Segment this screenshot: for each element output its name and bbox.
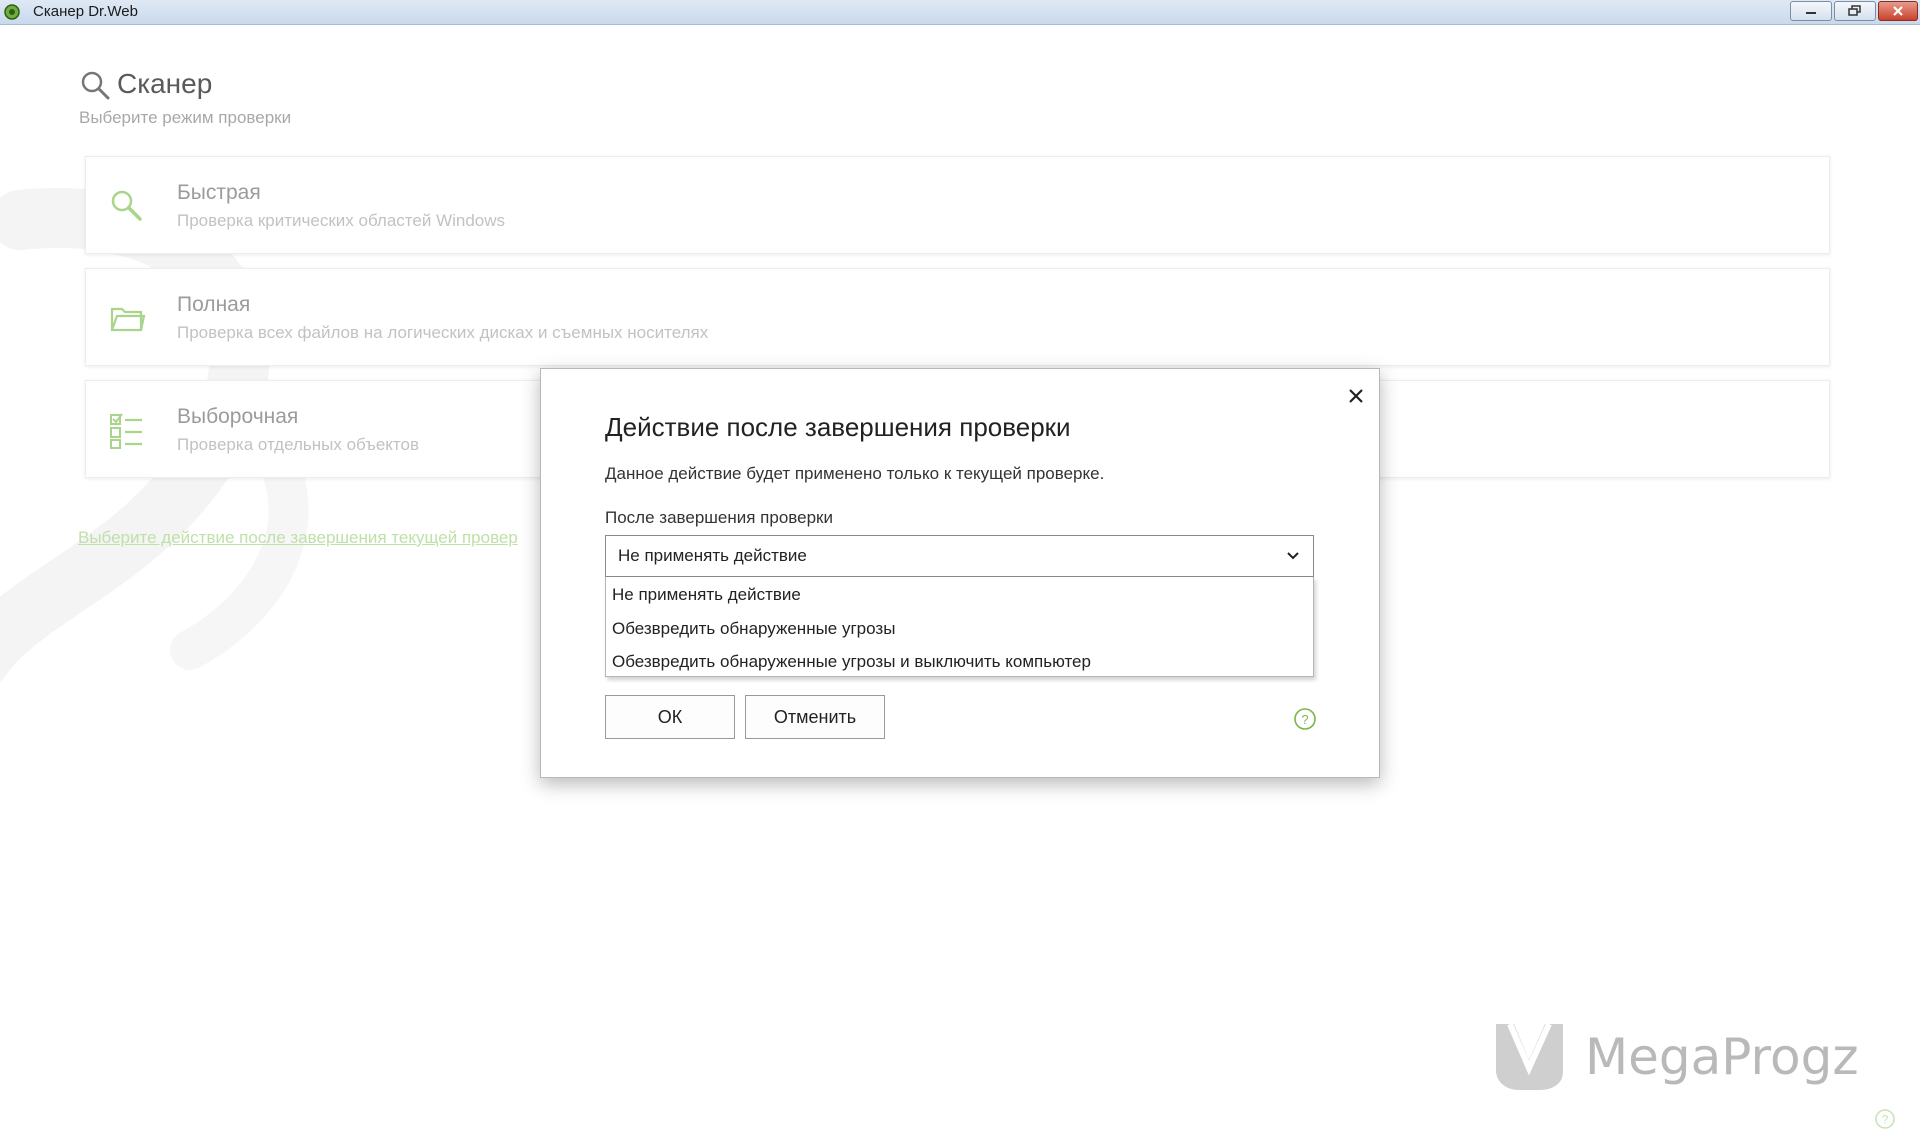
mode-card-full[interactable]: Полная Проверка всех файлов на логически… <box>85 268 1830 366</box>
chevron-down-icon <box>1287 552 1299 560</box>
help-icon[interactable]: ? <box>1874 1108 1896 1130</box>
dialog-info-text: Данное действие будет применено только к… <box>605 464 1105 483</box>
megaprogz-logo-icon <box>1496 1022 1563 1090</box>
dropdown-option[interactable]: Обезвредить обнаруженные угрозы и выключ… <box>612 652 1091 672</box>
after-scan-label: После завершения проверки <box>605 508 833 527</box>
after-scan-action-link[interactable]: Выберите действие после завершения текущ… <box>78 528 518 548</box>
mode-description: Проверка критических областей Windows <box>177 211 506 230</box>
mode-description: Проверка всех файлов на логических диска… <box>177 323 709 342</box>
window-title: Сканер Dr.Web <box>33 3 138 20</box>
dropdown-list: Не применять действие Обезвредить обнару… <box>605 577 1314 677</box>
close-icon[interactable] <box>1345 385 1367 407</box>
svg-text:?: ? <box>1882 1113 1889 1127</box>
window-title-bar: Сканер Dr.Web <box>0 0 1920 25</box>
mode-name: Выборочная <box>177 405 299 428</box>
watermark-text: MegaProgz <box>1585 1028 1859 1086</box>
cancel-button[interactable]: Отменить <box>745 695 885 739</box>
mode-card-quick[interactable]: Быстрая Проверка критических областей Wi… <box>85 156 1830 254</box>
mode-description: Проверка отдельных объектов <box>177 435 420 454</box>
after-scan-action-select[interactable]: Не применять действие <box>605 535 1314 577</box>
restore-button[interactable] <box>1834 1 1876 21</box>
search-icon <box>81 71 110 100</box>
dropdown-option[interactable]: Не применять действие <box>612 585 801 605</box>
minimize-icon <box>1806 12 1816 14</box>
search-icon <box>111 190 142 221</box>
after-scan-action-dialog: Действие после завершения проверки Данно… <box>540 368 1380 778</box>
ok-button[interactable]: ОК <box>605 695 735 739</box>
help-icon[interactable]: ? <box>1293 707 1317 731</box>
close-icon <box>1893 6 1903 16</box>
restore-icon <box>1848 5 1861 16</box>
dropdown-option[interactable]: Обезвредить обнаруженные угрозы <box>612 619 895 639</box>
dialog-title: Действие после завершения проверки <box>605 412 1071 442</box>
folder-icon <box>110 307 146 332</box>
page-title: Сканер <box>117 68 213 99</box>
svg-text:?: ? <box>1301 712 1308 727</box>
mode-name: Полная <box>177 293 251 316</box>
close-window-button[interactable] <box>1878 1 1918 21</box>
mode-name: Быстрая <box>177 181 261 204</box>
selected-value: Не применять действие <box>618 546 807 565</box>
checklist-icon <box>110 413 142 449</box>
drweb-spider-icon <box>4 4 20 20</box>
page-subtitle: Выберите режим проверки <box>79 108 292 127</box>
minimize-button[interactable] <box>1790 1 1832 21</box>
